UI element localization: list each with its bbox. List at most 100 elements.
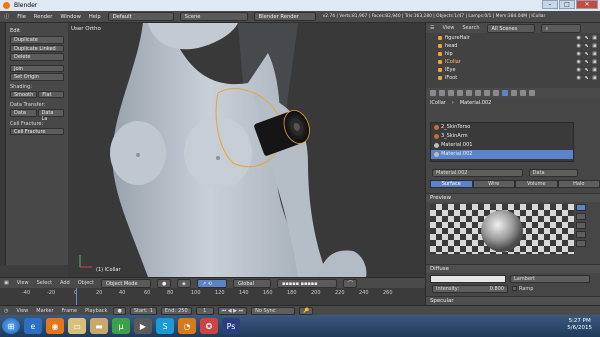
timeline-ruler[interactable]: -40 -20 0 20 40 60 80 100 120 140 160 18…: [0, 288, 425, 305]
material-slot[interactable]: Material.001: [431, 141, 573, 150]
start-button[interactable]: ⊞: [2, 318, 20, 334]
menu-render[interactable]: Render: [30, 14, 56, 20]
texture-tab-icon[interactable]: [511, 90, 517, 96]
editor-type-icon[interactable]: ⓘ: [0, 13, 13, 20]
outliner-item-selected[interactable]: lCollar ◉ ⬉ ▣: [438, 58, 598, 65]
diffuse-shader-selector[interactable]: Lambert: [510, 275, 590, 283]
world-tab-icon[interactable]: [457, 90, 463, 96]
timeline-editor-icon[interactable]: ◷: [0, 308, 12, 314]
sync-selector[interactable]: No Sync: [251, 306, 296, 315]
mode-selector[interactable]: Object Mode: [101, 278, 152, 288]
blender-taskbar-icon[interactable]: ◔: [178, 318, 196, 334]
outliner-item[interactable]: lEye ◉ ⬉ ▣: [438, 66, 598, 73]
menu-object[interactable]: Object: [74, 280, 98, 286]
object-tab-icon[interactable]: [466, 90, 472, 96]
scene-tab-icon[interactable]: [448, 90, 454, 96]
render-tab-icon[interactable]: [430, 90, 436, 96]
delete-button[interactable]: Delete: [10, 53, 64, 61]
preview-hair-button[interactable]: [576, 231, 586, 238]
ramp-checkbox[interactable]: Ramp: [512, 286, 533, 292]
close-button[interactable]: ✕: [576, 0, 598, 9]
join-button[interactable]: Join: [10, 64, 64, 72]
layer-buttons[interactable]: ▪▪▪▪▪ ▪▪▪▪▪: [277, 278, 338, 288]
outliner-menu-view[interactable]: View: [438, 25, 458, 31]
material-slot-active[interactable]: Material.002: [431, 150, 573, 159]
utorrent-icon[interactable]: µ: [112, 318, 130, 334]
visibility-icons[interactable]: ◉ ⬉ ▣: [577, 35, 598, 41]
tab-halo[interactable]: Halo: [557, 180, 600, 188]
keying-icon[interactable]: 🔑: [299, 306, 314, 315]
snap-icon[interactable]: ⌒: [343, 278, 358, 288]
timeline-menu-view[interactable]: View: [12, 308, 32, 314]
specular-panel-header[interactable]: Specular: [426, 296, 600, 305]
layers-tab-icon[interactable]: [439, 90, 445, 96]
menu-view[interactable]: View: [13, 280, 33, 286]
start-frame-field[interactable]: Start: 1: [129, 306, 157, 315]
outliner-item[interactable]: head ◉ ⬉ ▣: [438, 42, 598, 49]
diffuse-color-swatch[interactable]: [430, 275, 506, 283]
particles-tab-icon[interactable]: [520, 90, 526, 96]
viewport-editor-icon[interactable]: ▣: [0, 280, 13, 286]
menu-file[interactable]: File: [13, 14, 30, 20]
tab-surface[interactable]: Surface: [430, 180, 473, 188]
playhead[interactable]: [76, 288, 77, 305]
menu-help[interactable]: Help: [85, 14, 105, 20]
render-engine-selector[interactable]: Blender Render: [253, 12, 316, 21]
ie-icon[interactable]: e: [24, 318, 42, 334]
constraints-tab-icon[interactable]: [475, 90, 481, 96]
minimize-button[interactable]: –: [542, 0, 558, 9]
end-frame-field[interactable]: End: 250: [160, 306, 192, 315]
edit-panel-header[interactable]: Edit: [10, 28, 64, 34]
flat-button[interactable]: Flat: [38, 90, 64, 98]
physics-tab-icon[interactable]: [529, 90, 535, 96]
material-slot[interactable]: 3_SkinArm: [431, 132, 573, 141]
data-layers-button[interactable]: Data La: [37, 109, 64, 122]
playback-controls[interactable]: ⏮ ◀ ▶ ⏭: [217, 306, 248, 315]
material-name-field[interactable]: Material.002: [432, 169, 523, 177]
cell-fracture-button[interactable]: Cell Fracture: [10, 127, 64, 135]
data-transfer-button[interactable]: Data: [10, 109, 37, 117]
system-clock[interactable]: 5:27 PM 5/6/2015: [567, 318, 592, 332]
material-slot[interactable]: 2_SkinTorso: [431, 123, 573, 132]
visibility-icons[interactable]: ◉ ⬉ ▣: [577, 75, 598, 81]
preview-panel-header[interactable]: Preview: [426, 193, 600, 202]
data-tab-icon[interactable]: [493, 90, 499, 96]
menu-add[interactable]: Add: [56, 280, 74, 286]
shading-mode-icon[interactable]: ●: [157, 278, 172, 288]
timeline-menu-marker[interactable]: Marker: [32, 308, 57, 314]
outliner-filter-selector[interactable]: All Scenes: [486, 23, 535, 33]
timeline-menu-frame[interactable]: Frame: [58, 308, 82, 314]
current-frame-field[interactable]: 1: [195, 306, 214, 315]
layout-selector[interactable]: Default: [107, 12, 174, 21]
outliner-item[interactable]: lFoot ◉ ⬉ ▣: [438, 74, 598, 81]
material-tab-icon[interactable]: [502, 90, 508, 96]
3d-viewport[interactable]: User Ortho (1) lCollar: [68, 23, 425, 277]
material-link-selector[interactable]: Data: [528, 169, 578, 177]
media-player-icon[interactable]: ▶: [134, 318, 152, 334]
preview-sphere-button[interactable]: [576, 204, 586, 211]
visibility-icons[interactable]: ◉ ⬉ ▣: [577, 67, 598, 73]
diffuse-panel-header[interactable]: Diffuse: [426, 264, 600, 273]
smooth-button[interactable]: Smooth: [10, 90, 38, 98]
duplicate-button[interactable]: Duplicate: [10, 36, 64, 44]
timeline-menu-playback[interactable]: Playback: [81, 308, 111, 314]
preview-monkey-button[interactable]: [576, 222, 586, 229]
explorer-icon[interactable]: ▭: [68, 318, 86, 334]
material-slot-list[interactable]: 2_SkinTorso 3_SkinArm Material.001 Mater…: [430, 122, 574, 162]
photoshop-icon[interactable]: Ps: [222, 318, 240, 334]
ramp-checkbox-box[interactable]: [512, 286, 517, 291]
outliner-item[interactable]: hip ◉ ⬉ ▣: [438, 50, 598, 57]
outliner-menu-search[interactable]: Search: [458, 25, 483, 31]
outliner-search-input[interactable]: ⌕: [540, 23, 581, 33]
visibility-icons[interactable]: ◉ ⬉ ▣: [577, 59, 598, 65]
visibility-icons[interactable]: ◉ ⬉ ▣: [577, 51, 598, 57]
properties-context-tabs[interactable]: [426, 88, 600, 98]
preview-cube-button[interactable]: [576, 213, 586, 220]
maximize-button[interactable]: □: [559, 0, 575, 9]
pivot-icon[interactable]: ◈: [177, 278, 192, 288]
menu-select[interactable]: Select: [33, 280, 56, 286]
preview-sky-button[interactable]: [576, 240, 586, 247]
scene-selector[interactable]: Scene: [179, 12, 248, 21]
visibility-icons[interactable]: ◉ ⬉ ▣: [577, 43, 598, 49]
intensity-slider[interactable]: Intensity: 0.800: [432, 285, 508, 293]
